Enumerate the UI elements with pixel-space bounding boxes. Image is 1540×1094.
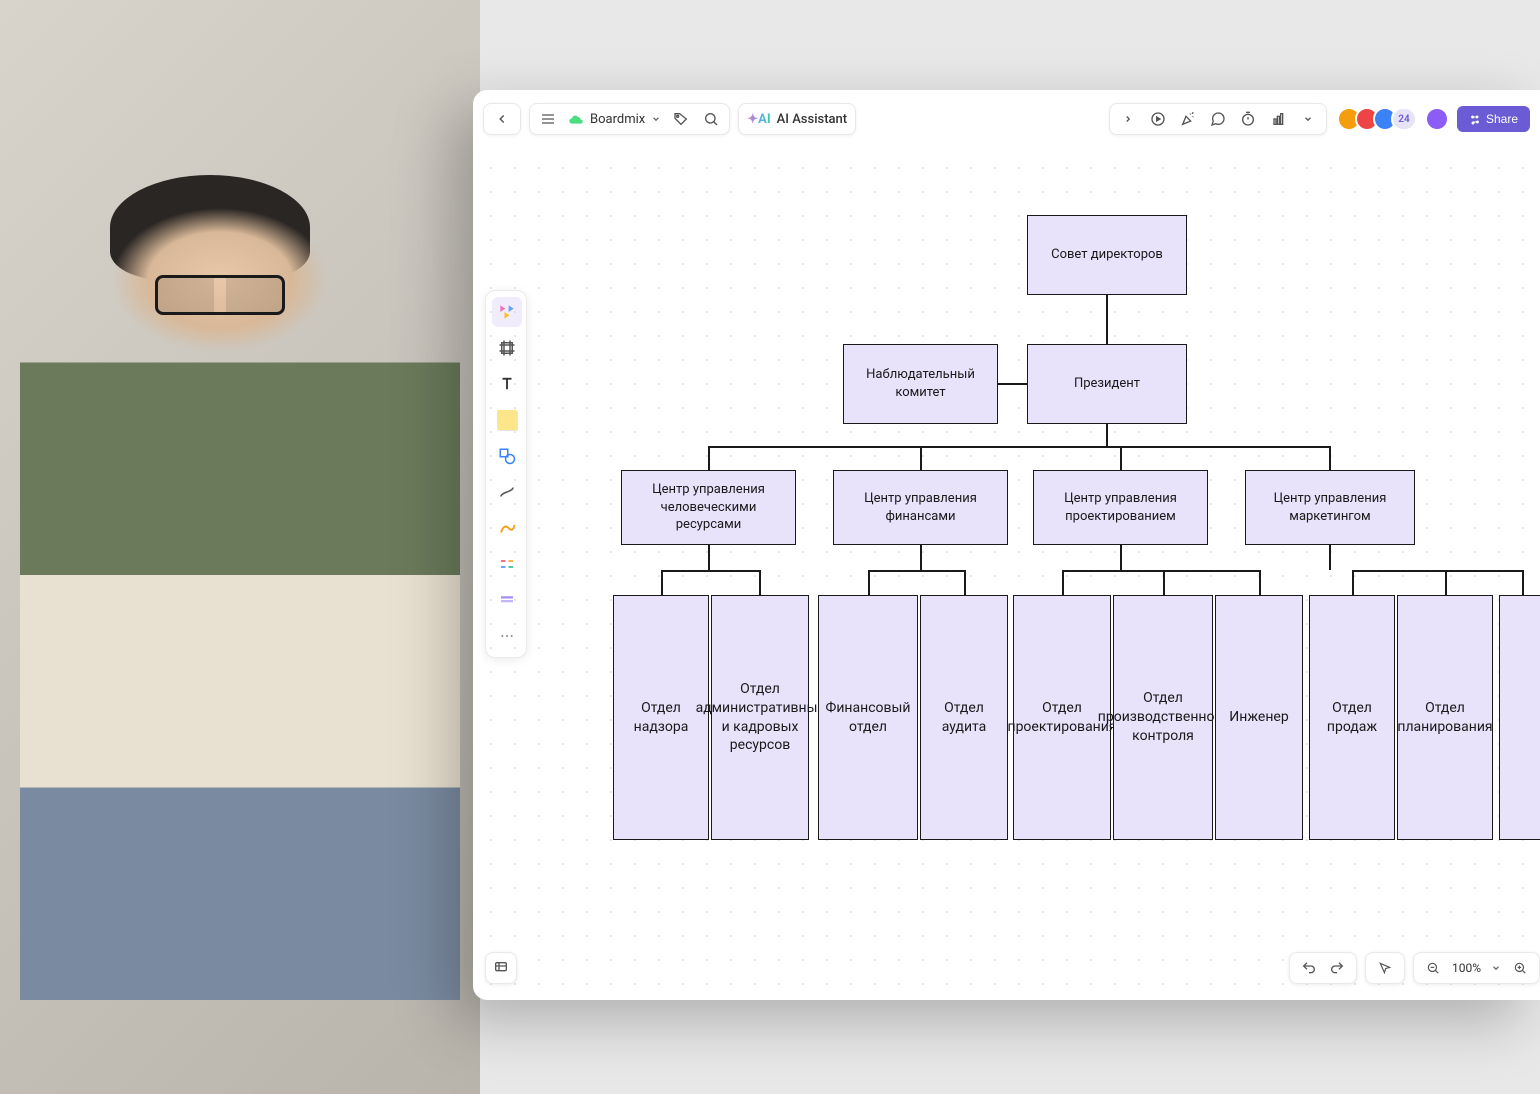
- expand-button[interactable]: [1118, 109, 1138, 129]
- conn: [759, 570, 761, 595]
- conn: [708, 545, 710, 570]
- search-button[interactable]: [701, 109, 721, 129]
- zoom-out-button[interactable]: [1424, 959, 1442, 977]
- conn: [661, 570, 759, 572]
- zoom-group: 100%: [1413, 952, 1540, 984]
- back-button[interactable]: [492, 109, 512, 129]
- zoom-in-button[interactable]: [1511, 959, 1529, 977]
- zoom-value[interactable]: 100%: [1452, 961, 1481, 975]
- tag-button[interactable]: [671, 109, 691, 129]
- node-board[interactable]: Совет директоров: [1027, 215, 1187, 295]
- celebrate-button[interactable]: [1178, 109, 1198, 129]
- conn: [1352, 570, 1354, 595]
- layers-button[interactable]: [485, 952, 517, 984]
- right-tools-group: [1109, 103, 1327, 135]
- conn: [1329, 545, 1331, 570]
- node-dept-partial[interactable]: [1499, 595, 1540, 840]
- conn: [708, 446, 710, 470]
- canvas[interactable]: Совет директоров Наблюдательный комитет …: [473, 150, 1540, 1000]
- conn: [868, 570, 870, 595]
- conn: [868, 570, 964, 572]
- node-dept-sales[interactable]: Отдел продаж: [1309, 595, 1395, 840]
- conn: [1259, 570, 1261, 595]
- conn: [998, 383, 1027, 385]
- conn: [1329, 446, 1331, 470]
- cursor-group: [1365, 952, 1405, 984]
- comment-button[interactable]: [1208, 109, 1228, 129]
- conn: [1120, 446, 1122, 470]
- timer-button[interactable]: [1238, 109, 1258, 129]
- node-center-fin[interactable]: Центр управления финансами: [833, 470, 1008, 545]
- more-tools-button[interactable]: [1298, 109, 1318, 129]
- node-dept-supervision[interactable]: Отдел надзора: [613, 595, 709, 840]
- conn: [1163, 570, 1165, 595]
- conn: [1120, 545, 1122, 570]
- avatar-me[interactable]: [1425, 107, 1449, 131]
- node-center-mkt[interactable]: Центр управления маркетингом: [1245, 470, 1415, 545]
- presenter-photo: [0, 0, 480, 1094]
- conn: [1062, 570, 1259, 572]
- top-bar: Boardmix ✦AI AI Assistant: [483, 100, 1530, 138]
- conn: [920, 446, 922, 470]
- chart-button[interactable]: [1268, 109, 1288, 129]
- avatar-count[interactable]: 24: [1391, 107, 1417, 131]
- node-dept-prod-ctrl[interactable]: Отдел производственного контроля: [1113, 595, 1213, 840]
- ai-group[interactable]: ✦AI AI Assistant: [738, 103, 856, 135]
- conn: [1062, 570, 1064, 595]
- conn: [661, 570, 663, 595]
- node-dept-audit[interactable]: Отдел аудита: [920, 595, 1008, 840]
- conn: [1352, 570, 1522, 572]
- ai-logo-icon: ✦AI: [747, 112, 770, 127]
- chevron-down-icon: [651, 114, 661, 124]
- chevron-down-icon: [1491, 963, 1501, 973]
- app-window: Boardmix ✦AI AI Assistant: [473, 90, 1540, 1000]
- conn: [1106, 295, 1108, 344]
- node-dept-admin-hr[interactable]: Отдел административных и кадровых ресурс…: [711, 595, 809, 840]
- presenter-glasses: [155, 275, 285, 315]
- conn: [1106, 424, 1108, 446]
- bottom-right-controls: 100%: [1289, 952, 1540, 984]
- present-button[interactable]: [1148, 109, 1168, 129]
- menu-button[interactable]: [538, 109, 558, 129]
- title-group: Boardmix: [529, 103, 730, 135]
- node-dept-planning[interactable]: Отдел планирования: [1397, 595, 1493, 840]
- undo-button[interactable]: [1300, 959, 1318, 977]
- node-dept-design[interactable]: Отдел проектирования: [1013, 595, 1111, 840]
- collaborators: 24: [1343, 107, 1449, 131]
- cloud-sync-icon: [568, 113, 584, 125]
- conn: [1522, 570, 1524, 595]
- share-button[interactable]: Share: [1457, 106, 1530, 132]
- redo-button[interactable]: [1328, 959, 1346, 977]
- conn: [1445, 570, 1447, 595]
- node-committee[interactable]: Наблюдательный комитет: [843, 344, 998, 424]
- board-title[interactable]: Boardmix: [568, 112, 661, 127]
- cursor-button[interactable]: [1376, 959, 1394, 977]
- conn: [708, 446, 1330, 448]
- node-center-eng[interactable]: Центр управления проектированием: [1033, 470, 1208, 545]
- ai-label: AI Assistant: [777, 112, 847, 127]
- board-title-text: Boardmix: [590, 112, 645, 127]
- node-dept-engineer[interactable]: Инженер: [1215, 595, 1303, 840]
- conn: [920, 545, 922, 570]
- node-dept-finance[interactable]: Финансовый отдел: [818, 595, 918, 840]
- back-group: [483, 103, 521, 135]
- conn: [964, 570, 966, 595]
- node-president[interactable]: Президент: [1027, 344, 1187, 424]
- share-label: Share: [1486, 112, 1518, 126]
- node-center-hr[interactable]: Центр управления человеческими ресурсами: [621, 470, 796, 545]
- share-icon: [1469, 113, 1481, 125]
- undo-redo-group: [1289, 952, 1357, 984]
